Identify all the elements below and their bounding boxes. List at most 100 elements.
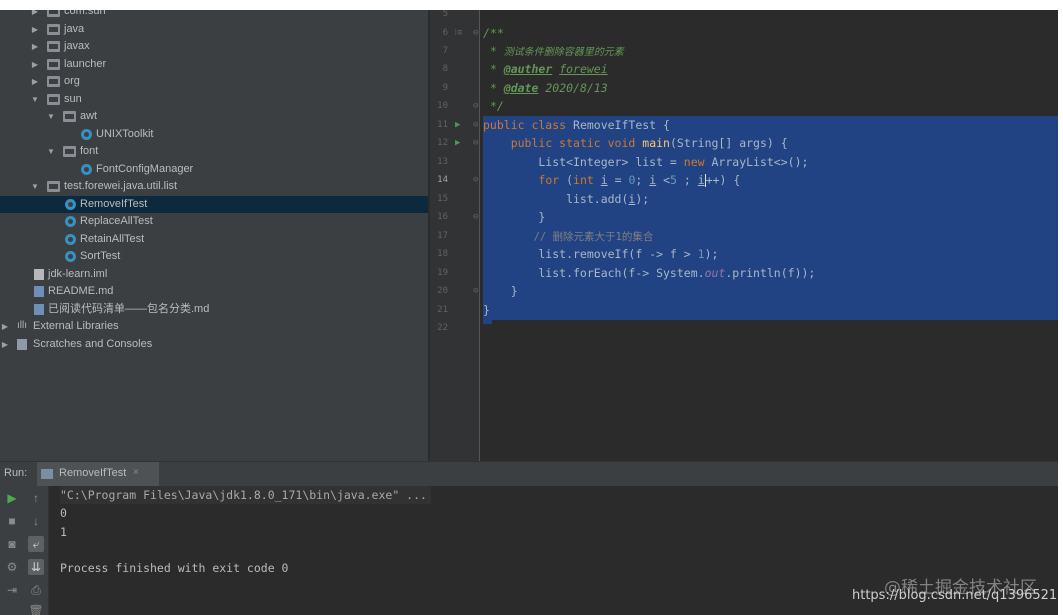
line-number: 13 <box>437 157 448 167</box>
exit-icon[interactable]: ⇥ <box>4 582 20 598</box>
code-line-6[interactable]: /** <box>483 24 1058 42</box>
code-text: } <box>483 210 546 224</box>
code-text: (String[] args) { <box>669 136 788 150</box>
tree-item-launcher[interactable]: ▶ launcher <box>0 56 428 73</box>
folder-icon <box>47 41 60 52</box>
code-line-21[interactable]: } <box>483 301 1058 319</box>
code-line-17[interactable]: // 删除元素大于1的集合 <box>483 227 1058 245</box>
rerun-icon[interactable]: ▶ <box>4 490 20 506</box>
chevron-right-icon[interactable]: ▶ <box>0 318 10 335</box>
run-class-icon[interactable]: ▶ <box>455 116 460 134</box>
tree-item-readme[interactable]: README.md <box>0 283 428 300</box>
class-icon <box>65 234 76 245</box>
code-line-7[interactable]: * 测试条件删除容器里的元素 <box>483 42 1058 60</box>
markdown-file-icon <box>34 304 44 315</box>
settings-icon[interactable]: ⚙ <box>4 559 20 575</box>
scroll-to-end-icon[interactable]: ⇊ <box>28 559 44 575</box>
tree-item-java[interactable]: ▶ java <box>0 21 428 38</box>
folder-icon <box>47 10 60 17</box>
code-text: list.forEach(f-> System. <box>483 266 705 280</box>
chevron-right-icon[interactable]: ▶ <box>0 336 10 353</box>
variable: i <box>600 173 608 187</box>
chevron-right-icon[interactable]: ▶ <box>30 10 40 20</box>
doc-comment-icon[interactable]: ⁝≡ <box>454 24 462 42</box>
stop-icon[interactable]: ■ <box>4 513 20 529</box>
chevron-right-icon[interactable]: ▶ <box>30 73 40 90</box>
code-text: List<Integer> list = <box>483 155 684 169</box>
code-line-16[interactable]: } <box>483 208 1058 226</box>
close-icon[interactable]: × <box>133 467 139 478</box>
tree-item-retainalltest[interactable]: RetainAllTest <box>0 231 428 248</box>
code-line-20[interactable]: } <box>483 282 1058 300</box>
chevron-right-icon[interactable]: ▶ <box>30 21 40 38</box>
chevron-down-icon[interactable]: ▼ <box>46 143 56 160</box>
folder-icon <box>47 24 60 35</box>
code-line-8[interactable]: * @auther forewei <box>483 60 1058 78</box>
chevron-down-icon[interactable]: ▼ <box>46 108 56 125</box>
class-icon <box>65 216 76 227</box>
chevron-right-icon[interactable]: ▶ <box>30 56 40 73</box>
code-line-12[interactable]: public static void main(String[] args) { <box>483 134 1058 152</box>
tree-item-sorttest[interactable]: SortTest <box>0 248 428 265</box>
tree-item-com-sun[interactable]: ▶ com.sun <box>0 10 428 20</box>
delete-icon[interactable]: 🗑 <box>28 603 44 615</box>
tree-item-scratches[interactable]: ▶ Scratches and Consoles <box>0 336 428 353</box>
code-line-10[interactable]: */ <box>483 97 1058 115</box>
tree-item-test-package[interactable]: ▼ test.forewei.java.util.list <box>0 178 428 195</box>
run-main-icon[interactable]: ▶ <box>455 134 460 152</box>
tree-item-fontconfigmanager[interactable]: FontConfigManager <box>0 161 428 178</box>
line-number: 16 <box>437 212 448 222</box>
keyword: for <box>538 173 567 187</box>
code-text: } <box>483 303 490 317</box>
code-line-15[interactable]: list.add(i); <box>483 190 1058 208</box>
chevron-down-icon[interactable]: ▼ <box>30 178 40 195</box>
fold-icon[interactable]: ⊖ <box>473 134 478 152</box>
class-icon <box>65 251 76 262</box>
soft-wrap-icon[interactable]: ⤶ <box>28 536 44 552</box>
keyword: int <box>573 173 601 187</box>
tree-item-font[interactable]: ▼ font <box>0 143 428 160</box>
code-line-9[interactable]: * @date 2020/8/13 <box>483 79 1058 97</box>
scroll-down-icon[interactable]: ↓ <box>28 513 44 529</box>
code-line-13[interactable]: List<Integer> list = new ArrayList<>(); <box>483 153 1058 171</box>
fold-icon[interactable]: ⊖ <box>473 24 478 42</box>
project-tree[interactable]: ▶ com.sun ▶ java ▶ javax ▶ launcher ▶ or… <box>0 10 428 461</box>
tree-item-org[interactable]: ▶ org <box>0 73 428 90</box>
fold-icon[interactable]: ⊖ <box>473 208 478 226</box>
chevron-down-icon[interactable]: ▼ <box>30 91 40 108</box>
tree-item-javax[interactable]: ▶ javax <box>0 38 428 55</box>
tree-item-label: test.forewei.java.util.list <box>64 180 178 192</box>
code-line-18[interactable]: list.removeIf(f -> f > 1); <box>483 245 1058 263</box>
tree-item-replacealltest[interactable]: ReplaceAllTest <box>0 213 428 230</box>
code-editor[interactable]: 5 6 7 8 9 10 11 12 13 14 15 16 17 18 19 … <box>430 10 1058 461</box>
tree-item-unixtoolkit[interactable]: UNIXToolkit <box>0 126 428 143</box>
code-line-19[interactable]: list.forEach(f-> System.out.println(f)); <box>483 264 1058 282</box>
tree-item-external-libraries[interactable]: ▶ External Libraries <box>0 317 428 335</box>
gutter-separator <box>479 10 480 461</box>
console-output-line: 0 <box>60 506 67 520</box>
tree-item-removeiftest[interactable]: RemoveIfTest <box>0 196 428 213</box>
fold-icon[interactable]: ⊖ <box>473 116 478 134</box>
fold-icon[interactable]: ⊖ <box>473 282 478 300</box>
fold-icon[interactable]: ⊖ <box>473 171 478 189</box>
run-tab[interactable]: RemoveIfTest × <box>37 462 159 486</box>
camera-icon[interactable]: ◙ <box>4 536 20 552</box>
tree-item-awt[interactable]: ▼ awt <box>0 108 428 125</box>
editor-gutter[interactable]: 5 6 7 8 9 10 11 12 13 14 15 16 17 18 19 … <box>430 10 480 461</box>
line-number: 10 <box>437 101 448 111</box>
tree-item-code-list-md[interactable]: 已阅读代码清单——包名分类.md <box>0 301 428 318</box>
code-line-14[interactable]: for (int i = 0; i <5 ; i++) { <box>483 171 1058 189</box>
fold-icon[interactable]: ⊖ <box>473 97 478 115</box>
tree-item-label: jdk-learn.iml <box>48 268 108 280</box>
markdown-file-icon <box>34 286 44 297</box>
tree-item-sun[interactable]: ▼ sun <box>0 91 428 108</box>
scroll-up-icon[interactable]: ↑ <box>28 490 44 506</box>
code-line-11[interactable]: public class RemoveIfTest { <box>483 116 1058 134</box>
run-toolbar-left: ▶ ■ ◙ ⚙ ⇥ <box>0 486 24 615</box>
tree-item-jdk-learn-iml[interactable]: jdk-learn.iml <box>0 266 428 283</box>
print-icon[interactable]: ⎙ <box>28 582 44 598</box>
code-text: ++) { <box>705 173 741 187</box>
line-number: 6 <box>442 28 448 38</box>
chevron-right-icon[interactable]: ▶ <box>30 38 40 55</box>
